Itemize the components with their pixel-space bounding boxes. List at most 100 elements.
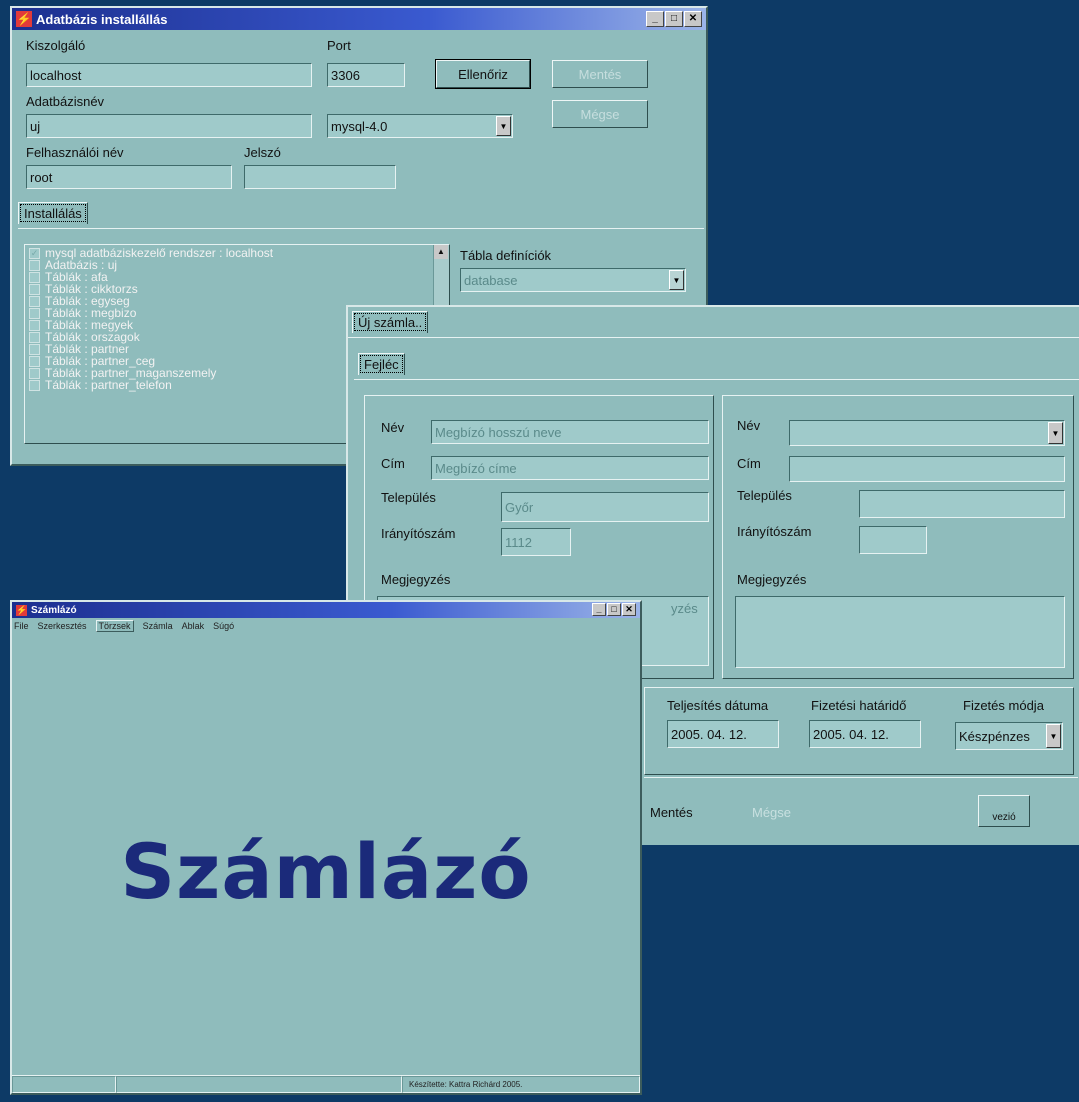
- password-label: Jelszó: [244, 145, 281, 160]
- tables-def-select[interactable]: database ▼: [460, 268, 686, 292]
- status-cell: [12, 1076, 116, 1093]
- app-icon: ⚡: [16, 11, 32, 27]
- menu-item[interactable]: Számla: [143, 621, 173, 631]
- customer-note-input[interactable]: [735, 596, 1065, 668]
- fulfill-date-input[interactable]: 2005. 04. 12.: [667, 720, 779, 748]
- checkbox-icon[interactable]: [29, 295, 40, 307]
- customer-zip-label: Irányítószám: [737, 524, 812, 539]
- db-version-select[interactable]: mysql-4.0 ▼: [327, 114, 513, 138]
- checkbox-icon[interactable]: [29, 319, 40, 331]
- customer-address-input[interactable]: [789, 456, 1065, 482]
- checkbox-icon[interactable]: [29, 343, 40, 355]
- tables-def-label: Tábla definíciók: [460, 248, 552, 263]
- status-cell: [116, 1076, 402, 1093]
- scroll-up-icon[interactable]: ▲: [434, 245, 448, 259]
- issuer-name-label: Név: [381, 420, 405, 435]
- customer-address-label: Cím: [737, 456, 761, 471]
- checkbox-icon[interactable]: ✓: [29, 247, 40, 259]
- payment-select[interactable]: Készpénzes ▼: [955, 722, 1063, 750]
- brand-title: Számlázó: [120, 827, 532, 916]
- tab-install[interactable]: Installálás: [18, 202, 88, 224]
- customer-name-label: Név: [737, 418, 761, 433]
- status-credit: Készítette: Kattra Richárd 2005.: [402, 1076, 640, 1093]
- menu-item[interactable]: Súgó: [213, 621, 234, 631]
- deadline-label: Fizetési határidő: [811, 698, 907, 713]
- customer-zip-input[interactable]: [859, 526, 927, 554]
- tab-new-invoice[interactable]: Új számla..: [352, 311, 429, 333]
- issuer-note-label: Megjegyzés: [381, 572, 451, 587]
- payment-label: Fizetés módja: [963, 698, 1044, 713]
- customer-name-select[interactable]: ▼: [789, 420, 1065, 446]
- db-version-value: mysql-4.0: [331, 118, 388, 134]
- status-bar: Készítette: Kattra Richárd 2005.: [12, 1075, 640, 1093]
- user-label: Felhasználói név: [26, 145, 124, 160]
- main-title: Számlázó: [31, 604, 77, 616]
- main-window: ⚡ Számlázó _ □ ✕ File Szerkesztés Törzsek S…: [10, 600, 642, 1095]
- port-label: Port: [327, 38, 351, 53]
- payment-value: Készpénzes: [959, 728, 1030, 744]
- user-input[interactable]: root: [26, 165, 232, 189]
- cancel-button[interactable]: Mégse: [552, 100, 648, 128]
- maximize-icon[interactable]: □: [607, 603, 621, 616]
- menu-item[interactable]: Ablak: [182, 621, 205, 631]
- fulfill-date-label: Teljesítés dátuma: [667, 698, 769, 713]
- chevron-down-icon[interactable]: ▼: [1046, 724, 1061, 748]
- issuer-name-input[interactable]: Megbízó hosszú neve: [431, 420, 709, 444]
- check-button[interactable]: Ellenőriz: [435, 59, 531, 89]
- app-icon: ⚡: [16, 604, 28, 616]
- menu-item[interactable]: Törzsek: [95, 620, 134, 632]
- checkbox-icon[interactable]: [29, 259, 40, 271]
- checkbox-icon[interactable]: [29, 283, 40, 295]
- issuer-note-value: yzés: [671, 601, 698, 616]
- tab-divider: [18, 228, 704, 229]
- dates-panel: Teljesítés dátuma 2005. 04. 12. Fizetési…: [644, 687, 1074, 775]
- issuer-zip-label: Irányítószám: [381, 526, 456, 541]
- customer-panel: Név ▼ Cím Település Irányítószám Megjegy…: [722, 395, 1074, 679]
- customer-city-label: Település: [737, 488, 792, 503]
- install-title: Adatbázis installállás: [36, 11, 168, 27]
- deadline-input[interactable]: 2005. 04. 12.: [809, 720, 921, 748]
- list-item-label: Táblák : partner_telefon: [45, 378, 172, 392]
- inner-tab-divider: [354, 379, 1079, 380]
- dbname-label: Adatbázisnév: [26, 94, 105, 109]
- close-icon[interactable]: ✕: [684, 11, 702, 27]
- minimize-icon[interactable]: _: [592, 603, 606, 616]
- close-icon[interactable]: ✕: [622, 603, 636, 616]
- minimize-icon[interactable]: _: [646, 11, 664, 27]
- invoice-cancel-button[interactable]: Mégse: [752, 805, 791, 820]
- tab-header[interactable]: Fejléc: [358, 353, 405, 375]
- password-input[interactable]: [244, 165, 396, 189]
- save-button[interactable]: Mentés: [552, 60, 648, 88]
- issuer-address-label: Cím: [381, 456, 405, 471]
- main-titlebar[interactable]: ⚡ Számlázó _ □ ✕: [12, 602, 640, 618]
- menu-item[interactable]: File: [14, 621, 29, 631]
- issuer-zip-input[interactable]: 1112: [501, 528, 571, 556]
- host-label: Kiszolgáló: [26, 38, 86, 53]
- issuer-city-input[interactable]: Győr: [501, 492, 709, 522]
- version-button[interactable]: vezió: [978, 795, 1030, 827]
- dbname-input[interactable]: uj: [26, 114, 312, 138]
- issuer-city-label: Település: [381, 490, 436, 505]
- invoice-save-button[interactable]: Mentés: [650, 805, 693, 820]
- tables-def-value: database: [464, 272, 518, 288]
- customer-city-input[interactable]: [859, 490, 1065, 518]
- maximize-icon[interactable]: □: [665, 11, 683, 27]
- checkbox-icon[interactable]: [29, 379, 40, 391]
- checkbox-icon[interactable]: [29, 331, 40, 343]
- host-input[interactable]: localhost: [26, 63, 312, 87]
- footer-divider: [644, 777, 1078, 778]
- checkbox-icon[interactable]: [29, 355, 40, 367]
- checkbox-icon[interactable]: [29, 307, 40, 319]
- port-input[interactable]: 3306: [327, 63, 405, 87]
- customer-note-label: Megjegyzés: [737, 572, 807, 587]
- menu-bar: File Szerkesztés Törzsek Számla Ablak Súgó: [12, 618, 640, 634]
- menu-item[interactable]: Szerkesztés: [38, 621, 87, 631]
- checkbox-icon[interactable]: [29, 367, 40, 379]
- install-titlebar[interactable]: ⚡ Adatbázis installállás _ □ ✕: [12, 8, 706, 30]
- issuer-address-input[interactable]: Megbízó címe: [431, 456, 709, 480]
- chevron-down-icon[interactable]: ▼: [1048, 422, 1063, 444]
- chevron-down-icon[interactable]: ▼: [496, 116, 511, 136]
- checkbox-icon[interactable]: [29, 271, 40, 283]
- outer-tab-divider: [348, 337, 1079, 338]
- chevron-down-icon[interactable]: ▼: [669, 270, 684, 290]
